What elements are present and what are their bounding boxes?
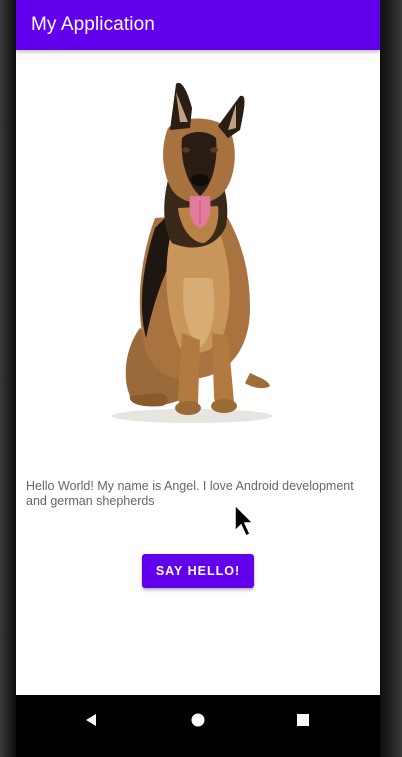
german-shepherd-photo bbox=[112, 82, 272, 423]
system-nav-bar bbox=[16, 695, 380, 757]
recents-square-icon bbox=[297, 714, 309, 726]
dog-image bbox=[100, 78, 276, 428]
device-bezel-left bbox=[0, 0, 16, 757]
mouse-cursor-icon bbox=[234, 503, 255, 538]
back-icon[interactable] bbox=[80, 709, 102, 731]
recents-icon[interactable] bbox=[292, 709, 314, 731]
app-bar: My Application bbox=[16, 0, 380, 50]
say-hello-button[interactable]: SAY HELLO! bbox=[142, 554, 254, 588]
hello-text: Hello World! My name is Angel. I love An… bbox=[26, 479, 354, 508]
home-circle-icon bbox=[191, 713, 205, 727]
back-triangle-icon bbox=[86, 714, 96, 726]
device-frame: My Application Hello World! My name is A… bbox=[0, 0, 402, 757]
app-screen: My Application Hello World! My name is A… bbox=[16, 0, 380, 757]
home-icon[interactable] bbox=[187, 709, 209, 731]
device-bezel-right bbox=[380, 0, 402, 757]
app-title: My Application bbox=[31, 14, 155, 35]
